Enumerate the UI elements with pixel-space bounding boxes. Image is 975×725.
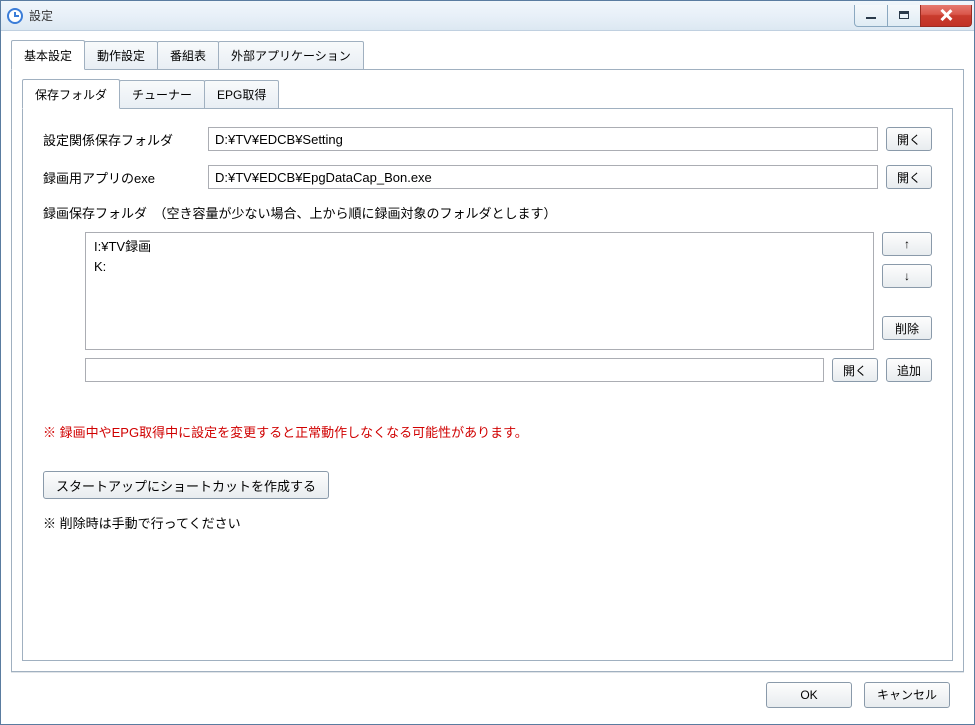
maximize-icon: [899, 11, 909, 19]
secondary-tab-panel: 設定関係保存フォルダ 開く 録画用アプリのexe 開く 録画保存フォルダ （空き…: [22, 108, 953, 661]
list-item[interactable]: I:¥TV録画: [92, 237, 867, 257]
content-area: 基本設定 動作設定 番組表 外部アプリケーション 保存フォルダ チューナー EP…: [1, 31, 974, 724]
close-button[interactable]: [920, 5, 972, 27]
move-down-button[interactable]: ↓: [882, 264, 932, 288]
create-startup-shortcut-button[interactable]: スタートアップにショートカットを作成する: [43, 471, 329, 499]
rec-app-input[interactable]: [208, 165, 878, 189]
settings-folder-open-button[interactable]: 開く: [886, 127, 932, 151]
tab-program-guide[interactable]: 番組表: [157, 41, 219, 70]
add-folder-row: 開く 追加: [85, 358, 932, 382]
maximize-button[interactable]: [887, 5, 921, 27]
titlebar[interactable]: 設定: [1, 1, 974, 31]
window-controls: [855, 5, 972, 27]
dialog-buttons: OK キャンセル: [11, 672, 964, 716]
tab-epg[interactable]: EPG取得: [204, 80, 279, 109]
new-folder-open-button[interactable]: 開く: [832, 358, 878, 382]
rec-app-row: 録画用アプリのexe 開く: [43, 165, 932, 189]
rec-folder-list-row: I:¥TV録画 K: ↑ ↓ 削除: [43, 232, 932, 350]
rec-app-open-button[interactable]: 開く: [886, 165, 932, 189]
add-button[interactable]: 追加: [886, 358, 932, 382]
cancel-button[interactable]: キャンセル: [864, 682, 950, 708]
rec-app-label: 録画用アプリのexe: [43, 168, 208, 187]
list-item[interactable]: K:: [92, 257, 867, 277]
settings-window: 設定 基本設定 動作設定 番組表 外部アプリケーション 保存フォルダ チューナー…: [0, 0, 975, 725]
tab-external-app[interactable]: 外部アプリケーション: [218, 41, 364, 70]
delete-button[interactable]: 削除: [882, 316, 932, 340]
new-folder-input[interactable]: [85, 358, 824, 382]
settings-folder-input[interactable]: [208, 127, 878, 151]
list-side-buttons: ↑ ↓ 削除: [882, 232, 932, 340]
minimize-button[interactable]: [854, 5, 888, 27]
move-up-button[interactable]: ↑: [882, 232, 932, 256]
primary-tab-panel: 保存フォルダ チューナー EPG取得 設定関係保存フォルダ 開く 録画用アプリの…: [11, 69, 964, 672]
primary-tabs: 基本設定 動作設定 番組表 外部アプリケーション: [11, 41, 964, 70]
tab-save-folder[interactable]: 保存フォルダ: [22, 79, 120, 109]
rec-folder-label: 録画保存フォルダ （空き容量が少ない場合、上から順に録画対象のフォルダとします）: [43, 203, 932, 222]
tab-tuner[interactable]: チューナー: [119, 80, 205, 109]
settings-folder-label: 設定関係保存フォルダ: [43, 130, 208, 149]
note-text: ※ 削除時は手動で行ってください: [43, 513, 932, 532]
clock-icon: [7, 8, 23, 24]
tab-basic-settings[interactable]: 基本設定: [11, 40, 85, 70]
ok-button[interactable]: OK: [766, 682, 852, 708]
rec-folder-listbox[interactable]: I:¥TV録画 K:: [85, 232, 874, 350]
tab-operation-settings[interactable]: 動作設定: [84, 41, 158, 70]
warning-text: ※ 録画中やEPG取得中に設定を変更すると正常動作しなくなる可能性があります。: [43, 422, 932, 441]
minimize-icon: [866, 17, 876, 19]
close-icon: [939, 8, 953, 22]
settings-folder-row: 設定関係保存フォルダ 開く: [43, 127, 932, 151]
window-title: 設定: [29, 7, 855, 24]
secondary-tabs: 保存フォルダ チューナー EPG取得: [22, 80, 953, 109]
